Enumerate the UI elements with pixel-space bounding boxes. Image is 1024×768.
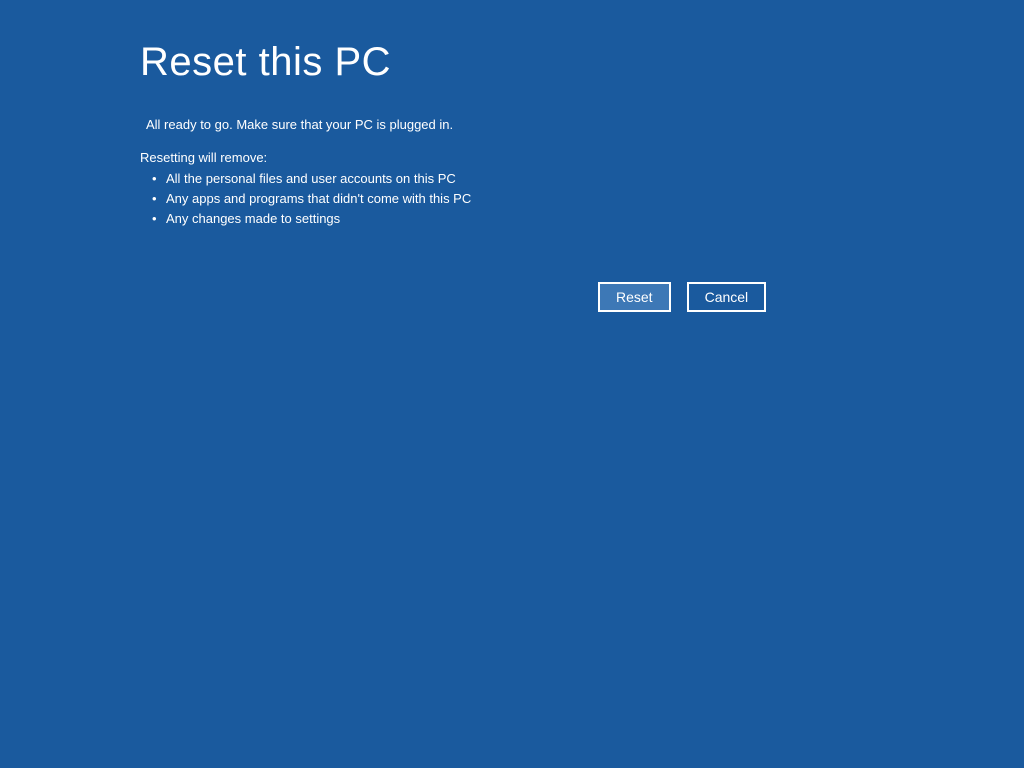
reset-button[interactable]: Reset [598, 282, 671, 312]
page-title: Reset this PC [140, 40, 1024, 85]
list-item: Any apps and programs that didn't come w… [152, 191, 1024, 206]
removal-list: All the personal files and user accounts… [140, 171, 1024, 226]
main-content: Reset this PC All ready to go. Make sure… [0, 0, 1024, 226]
cancel-button[interactable]: Cancel [687, 282, 767, 312]
list-item: Any changes made to settings [152, 211, 1024, 226]
status-text: All ready to go. Make sure that your PC … [140, 117, 1024, 132]
list-item: All the personal files and user accounts… [152, 171, 1024, 186]
button-row: Reset Cancel [598, 282, 766, 312]
list-heading: Resetting will remove: [140, 150, 1024, 165]
